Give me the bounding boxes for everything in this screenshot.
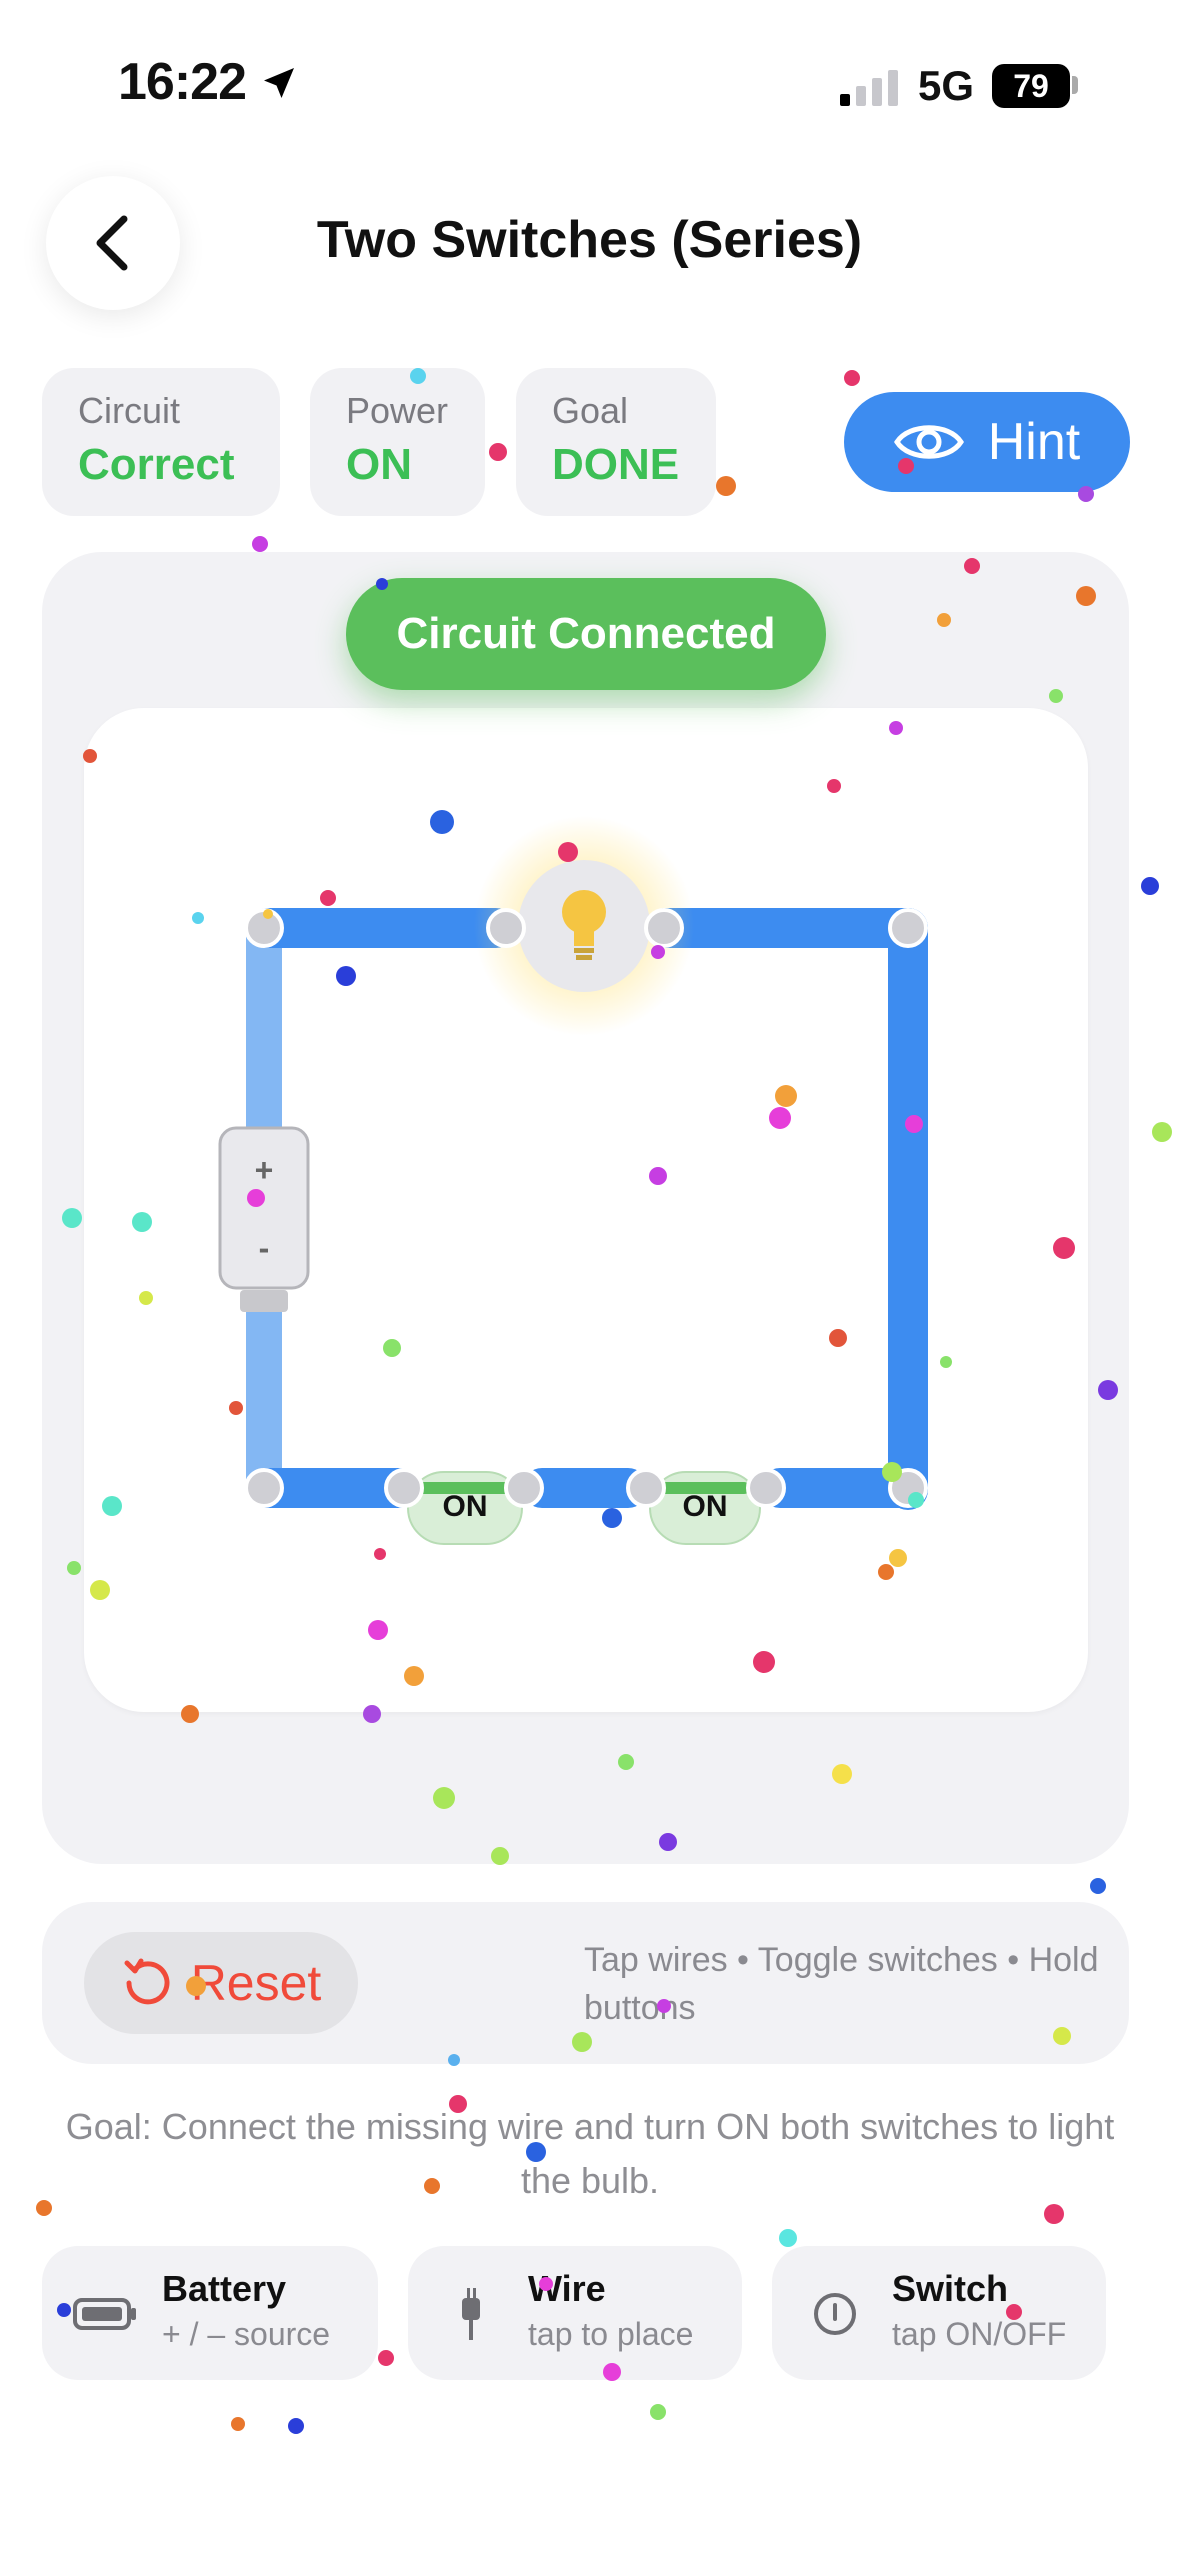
- wire-left-bottom[interactable]: [246, 1300, 282, 1490]
- goal-text: Goal: Connect the missing wire and turn …: [65, 2106, 1115, 2201]
- wire-left-top[interactable]: [246, 928, 282, 1128]
- battery-icon: [70, 2286, 140, 2342]
- power-toggle-icon: [800, 2286, 870, 2342]
- tool-name: Battery: [162, 2268, 287, 2309]
- controls-tips: Tap wires • Toggle switches • Hold butto…: [584, 1941, 1099, 2027]
- switch-2-label: ON: [682, 1490, 728, 1523]
- tool-sub: tap to place: [528, 2316, 694, 2352]
- reset-button[interactable]: Reset: [84, 1932, 358, 2034]
- switch-1-label: ON: [442, 1490, 488, 1523]
- wire-plug-icon: [436, 2286, 506, 2342]
- tool-name: Wire: [528, 2268, 606, 2309]
- battery-plus-label: +: [254, 1152, 274, 1188]
- battery-minus-label: -: [258, 1230, 270, 1266]
- tool-wire[interactable]: Wire tap to place: [408, 2246, 742, 2380]
- reset-icon: [124, 1958, 170, 2005]
- wire-right[interactable]: [888, 908, 928, 1510]
- tool-name: Switch: [892, 2268, 1009, 2309]
- tool-battery[interactable]: Battery + / – source: [42, 2246, 378, 2380]
- tool-sub: + / – source: [162, 2316, 331, 2352]
- tool-sub: tap ON/OFF: [892, 2316, 1067, 2352]
- reset-label: Reset: [190, 1955, 322, 2011]
- tool-switch[interactable]: Switch tap ON/OFF: [772, 2246, 1106, 2380]
